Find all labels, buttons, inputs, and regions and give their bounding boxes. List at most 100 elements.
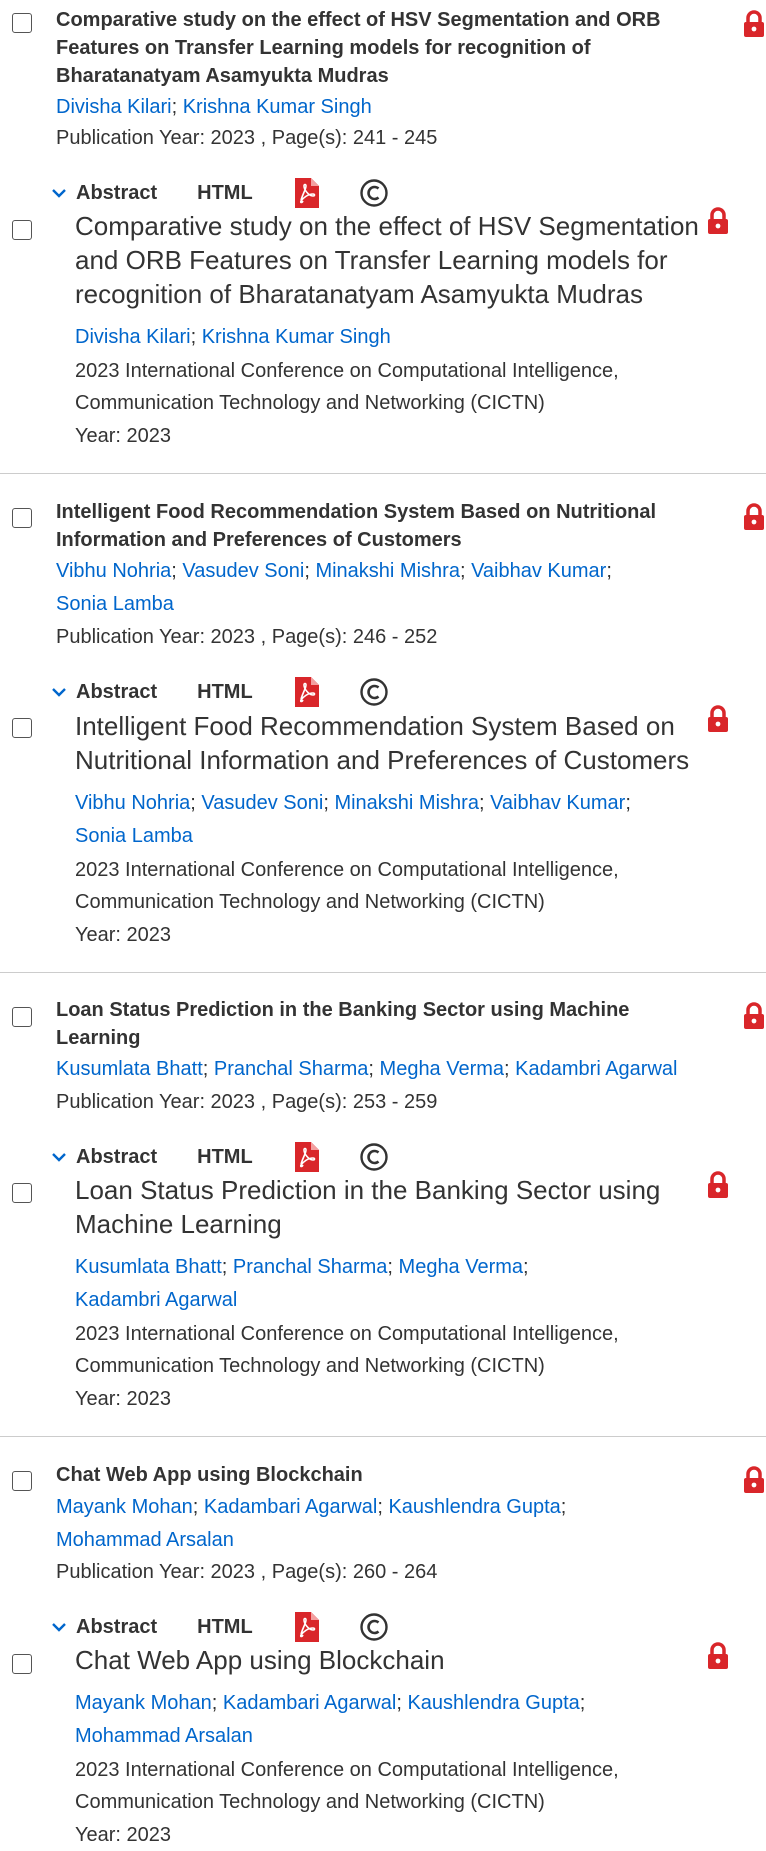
pdf-icon[interactable]	[293, 1612, 319, 1642]
html-link[interactable]: HTML	[197, 681, 253, 704]
publication-info: Publication Year: 2023 , Page(s): 253 - …	[56, 1091, 438, 1113]
author-link[interactable]: Mayank Mohan	[75, 1692, 212, 1714]
author-link[interactable]: Vibhu Nohria	[75, 792, 190, 814]
divider	[0, 972, 766, 973]
lock-icon	[708, 705, 728, 732]
select-checkbox[interactable]	[12, 13, 32, 33]
author-link[interactable]: Kadambri Agarwal	[75, 1289, 237, 1311]
copyright-icon[interactable]	[359, 1142, 389, 1172]
year: Year: 2023	[75, 1388, 172, 1410]
author-link[interactable]: Krishna Kumar Singh	[183, 96, 372, 118]
author-link[interactable]: Pranchal Sharma	[214, 1058, 369, 1080]
action-bar: Abstract HTML	[50, 175, 389, 211]
html-link[interactable]: HTML	[197, 1146, 253, 1169]
article-title[interactable]: Chat Web App using Blockchain	[56, 1461, 716, 1489]
article-title[interactable]: Comparative study on the effect of HSV S…	[56, 6, 716, 90]
publication-info: Publication Year: 2023 , Page(s): 246 - …	[56, 626, 438, 648]
year: Year: 2023	[75, 924, 172, 946]
select-checkbox[interactable]	[12, 1183, 32, 1203]
abstract-toggle[interactable]: Abstract	[76, 1616, 157, 1639]
author-list: Divisha Kilari; Krishna Kumar Singh	[56, 96, 372, 118]
author-list: Kusumlata Bhatt; Pranchal Sharma; Megha …	[75, 1256, 529, 1311]
article-title[interactable]: Loan Status Prediction in the Banking Se…	[56, 996, 716, 1052]
publication-info: Publication Year: 2023 , Page(s): 260 - …	[56, 1561, 438, 1583]
conference-name[interactable]: 2023 International Conference on Computa…	[75, 854, 695, 918]
lock-icon	[708, 207, 728, 234]
lock-icon	[744, 1002, 764, 1029]
author-link[interactable]: Kadambri Agarwal	[515, 1058, 677, 1080]
author-list: Vibhu Nohria; Vasudev Soni; Minakshi Mis…	[56, 560, 612, 615]
article-title-large[interactable]: Comparative study on the effect of HSV S…	[75, 209, 715, 311]
author-link[interactable]: Kusumlata Bhatt	[56, 1058, 203, 1080]
select-checkbox[interactable]	[12, 1654, 32, 1674]
abstract-toggle[interactable]: Abstract	[76, 681, 157, 704]
lock-icon	[708, 1642, 728, 1669]
author-link[interactable]: Krishna Kumar Singh	[202, 326, 391, 348]
copyright-icon[interactable]	[359, 178, 389, 208]
author-list: Divisha Kilari; Krishna Kumar Singh	[75, 326, 391, 348]
conference-name[interactable]: 2023 International Conference on Computa…	[75, 355, 695, 419]
author-link[interactable]: Kadambari Agarwal	[204, 1496, 377, 1518]
abstract-toggle[interactable]: Abstract	[76, 182, 157, 205]
pdf-icon[interactable]	[293, 677, 319, 707]
html-link[interactable]: HTML	[197, 182, 253, 205]
select-checkbox[interactable]	[12, 220, 32, 240]
action-bar: Abstract HTML	[50, 1609, 389, 1645]
author-link[interactable]: Pranchal Sharma	[233, 1256, 388, 1278]
author-link[interactable]: Megha Verma	[399, 1256, 524, 1278]
action-bar: Abstract HTML	[50, 1139, 389, 1175]
author-link[interactable]: Megha Verma	[380, 1058, 505, 1080]
author-link[interactable]: Kaushlendra Gupta	[388, 1496, 560, 1518]
lock-icon	[708, 1171, 728, 1198]
publication-info: Publication Year: 2023 , Page(s): 241 - …	[56, 127, 438, 149]
year: Year: 2023	[75, 1824, 172, 1846]
author-link[interactable]: Vasudev Soni	[182, 560, 304, 582]
author-link[interactable]: Kusumlata Bhatt	[75, 1256, 222, 1278]
chevron-down-icon[interactable]	[50, 1148, 68, 1166]
abstract-toggle[interactable]: Abstract	[76, 1146, 157, 1169]
author-list: Kusumlata Bhatt; Pranchal Sharma; Megha …	[56, 1058, 678, 1080]
chevron-down-icon[interactable]	[50, 184, 68, 202]
copyright-icon[interactable]	[359, 1612, 389, 1642]
author-list: Mayank Mohan; Kadambari Agarwal; Kaushle…	[75, 1692, 586, 1747]
pdf-icon[interactable]	[293, 1142, 319, 1172]
conference-name[interactable]: 2023 International Conference on Computa…	[75, 1754, 695, 1818]
select-checkbox[interactable]	[12, 1007, 32, 1027]
select-checkbox[interactable]	[12, 508, 32, 528]
author-link[interactable]: Divisha Kilari	[56, 96, 172, 118]
divider	[0, 1436, 766, 1437]
article-title-large[interactable]: Chat Web App using Blockchain	[75, 1643, 715, 1677]
author-link[interactable]: Vaibhav Kumar	[490, 792, 625, 814]
author-link[interactable]: Mayank Mohan	[56, 1496, 193, 1518]
html-link[interactable]: HTML	[197, 1616, 253, 1639]
author-link[interactable]: Vasudev Soni	[201, 792, 323, 814]
chevron-down-icon[interactable]	[50, 683, 68, 701]
article-title[interactable]: Intelligent Food Recommendation System B…	[56, 498, 716, 554]
article-title-large[interactable]: Loan Status Prediction in the Banking Se…	[75, 1173, 715, 1241]
year: Year: 2023	[75, 425, 172, 447]
lock-icon	[744, 1466, 764, 1493]
author-link[interactable]: Divisha Kilari	[75, 326, 191, 348]
author-link[interactable]: Kaushlendra Gupta	[407, 1692, 579, 1714]
author-link[interactable]: Vaibhav Kumar	[471, 560, 606, 582]
author-link[interactable]: Minakshi Mishra	[334, 792, 478, 814]
author-link[interactable]: Minakshi Mishra	[315, 560, 459, 582]
author-link[interactable]: Mohammad Arsalan	[56, 1529, 234, 1551]
conference-name[interactable]: 2023 International Conference on Computa…	[75, 1318, 695, 1382]
author-link[interactable]: Vibhu Nohria	[56, 560, 171, 582]
action-bar: Abstract HTML	[50, 674, 389, 710]
author-link[interactable]: Kadambari Agarwal	[223, 1692, 396, 1714]
author-list: Mayank Mohan; Kadambari Agarwal; Kaushle…	[56, 1496, 567, 1551]
article-title-large[interactable]: Intelligent Food Recommendation System B…	[75, 709, 715, 777]
chevron-down-icon[interactable]	[50, 1618, 68, 1636]
author-link[interactable]: Mohammad Arsalan	[75, 1725, 253, 1747]
select-checkbox[interactable]	[12, 1471, 32, 1491]
author-link[interactable]: Sonia Lamba	[56, 593, 174, 615]
copyright-icon[interactable]	[359, 677, 389, 707]
lock-icon	[744, 503, 764, 530]
pdf-icon[interactable]	[293, 178, 319, 208]
author-list: Vibhu Nohria; Vasudev Soni; Minakshi Mis…	[75, 792, 631, 847]
author-link[interactable]: Sonia Lamba	[75, 825, 193, 847]
select-checkbox[interactable]	[12, 718, 32, 738]
lock-icon	[744, 10, 764, 37]
